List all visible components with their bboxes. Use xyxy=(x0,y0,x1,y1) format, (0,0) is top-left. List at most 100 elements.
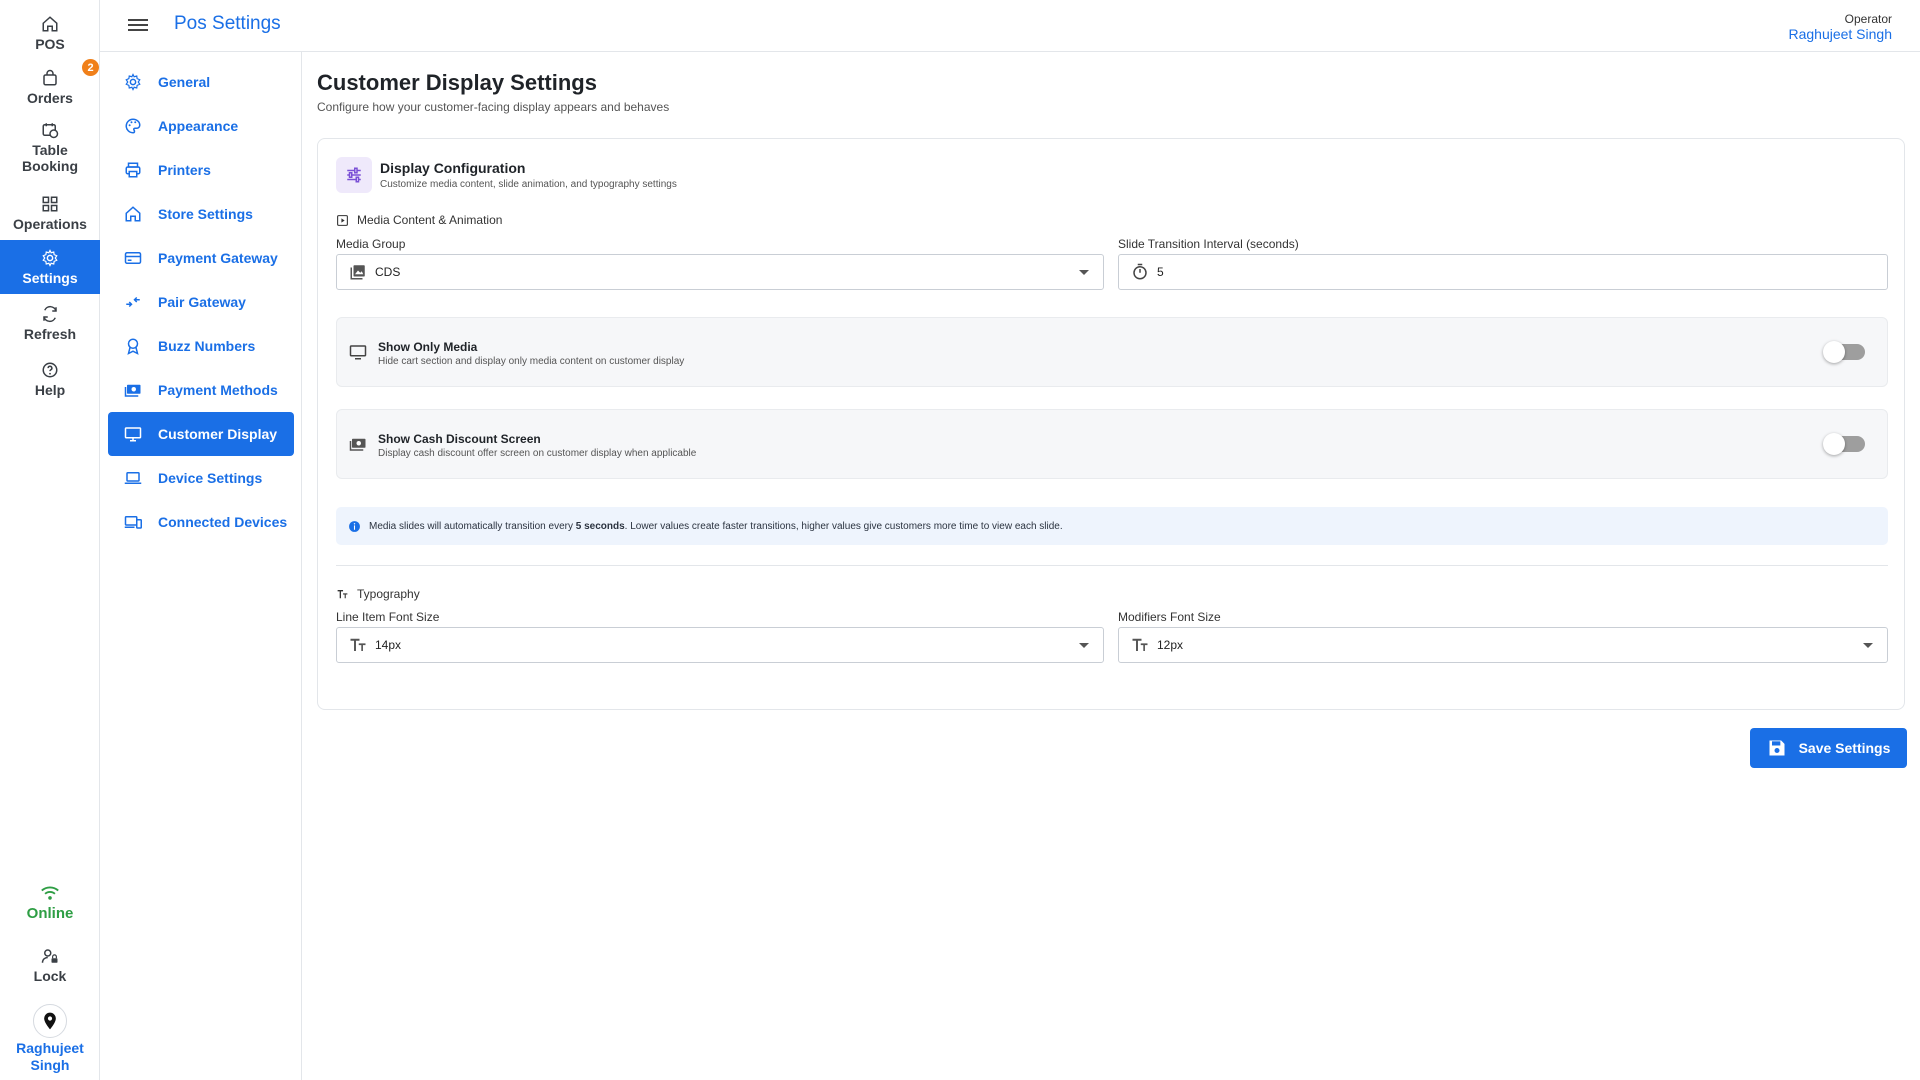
gear-icon xyxy=(42,248,58,267)
rail-item-label: Refresh xyxy=(23,325,77,342)
nav-item-label: Printers xyxy=(158,162,211,178)
gear-icon xyxy=(125,73,141,91)
text-size-icon xyxy=(1132,638,1148,651)
nav-item-device-settings[interactable]: Device Settings xyxy=(108,456,294,500)
menu-icon[interactable] xyxy=(128,16,148,34)
avatar[interactable] xyxy=(33,1004,67,1038)
store-icon xyxy=(125,206,141,222)
user-name: Raghujeet Singh xyxy=(16,1040,84,1073)
line-item-font-label: Line Item Font Size xyxy=(336,610,440,624)
operator-name[interactable]: Raghujeet Singh xyxy=(1788,26,1892,42)
nav-item-payment-methods[interactable]: Payment Methods xyxy=(108,368,294,412)
section-label: Typography xyxy=(357,587,420,601)
nav-item-printers[interactable]: Printers xyxy=(108,148,294,192)
pin-logo-icon xyxy=(44,1012,56,1030)
text-size-icon xyxy=(350,638,366,651)
info-text-post: . Lower values create faster transitions… xyxy=(624,520,1063,532)
nav-item-buzz-numbers[interactable]: Buzz Numbers xyxy=(108,324,294,368)
nav-item-connected-devices[interactable]: Connected Devices xyxy=(108,500,294,544)
image-collection-icon xyxy=(350,265,365,280)
toggle-subtitle: Hide cart section and display only media… xyxy=(378,356,685,367)
page-subtitle: Configure how your customer-facing displ… xyxy=(317,100,670,114)
section-divider xyxy=(336,565,1888,566)
cash-icon xyxy=(124,384,141,397)
interval-input[interactable]: 5 xyxy=(1118,254,1888,290)
user-lock-icon xyxy=(41,948,58,963)
wifi-icon xyxy=(41,886,59,900)
rail-item-help[interactable]: Help xyxy=(0,352,100,406)
save-settings-button[interactable]: Save Settings xyxy=(1750,728,1907,768)
rail-item-label: Table Booking xyxy=(22,141,78,174)
show-cash-discount-row: Show Cash Discount Screen Display cash d… xyxy=(336,409,1888,479)
info-text-bold: 5 seconds xyxy=(575,520,625,532)
card-subtitle: Customize media content, slide animation… xyxy=(380,179,677,190)
interval-value: 5 xyxy=(1157,265,1164,279)
media-group-select[interactable]: CDS xyxy=(336,254,1104,290)
toggle-subtitle: Display cash discount offer screen on cu… xyxy=(378,448,697,459)
left-rail: POS Orders 2 Table Booking Operations Se… xyxy=(0,0,100,1080)
line-item-font-select[interactable]: 14px xyxy=(336,627,1104,663)
bag-icon xyxy=(43,69,57,85)
line-item-font-value: 14px xyxy=(375,638,402,652)
rail-item-label: Operations xyxy=(13,215,87,232)
rail-item-refresh[interactable]: Refresh xyxy=(0,296,100,350)
grid-icon xyxy=(42,196,58,211)
nav-item-label: General xyxy=(158,74,211,90)
home-icon xyxy=(42,15,58,31)
toggle-title: Show Cash Discount Screen xyxy=(378,432,541,446)
card-icon xyxy=(124,252,142,264)
nav-item-pair-gateway[interactable]: Pair Gateway xyxy=(108,280,294,324)
rail-item-label: Orders xyxy=(27,89,73,106)
rail-item-label: Settings xyxy=(22,269,78,286)
rail-item-label: Help xyxy=(34,381,66,398)
lock-button[interactable]: Lock xyxy=(0,942,100,988)
section-label: Media Content & Animation xyxy=(357,213,503,227)
devices-icon xyxy=(124,516,142,529)
badge-icon xyxy=(127,338,139,355)
nav-item-store-settings[interactable]: Store Settings xyxy=(108,192,294,236)
calendar-clock-icon xyxy=(42,122,59,138)
info-icon xyxy=(349,520,360,532)
info-text-pre: Media slides will automatically transiti… xyxy=(369,520,576,532)
rail-item-pos[interactable]: POS xyxy=(0,6,100,60)
top-header: Pos Settings Operator Raghujeet Singh xyxy=(100,0,1920,52)
modifiers-font-value: 12px xyxy=(1157,638,1184,652)
modifiers-font-label: Modifiers Font Size xyxy=(1118,610,1221,624)
rail-item-label: Lock xyxy=(33,967,67,984)
page-title: Customer Display Settings xyxy=(317,70,597,95)
rail-item-settings[interactable]: Settings xyxy=(0,240,100,294)
toggle-title: Show Only Media xyxy=(378,340,478,354)
chevron-down-icon xyxy=(1079,643,1089,648)
main-content: Customer Display Settings Configure how … xyxy=(302,52,1920,1080)
sliders-icon xyxy=(347,167,361,183)
nav-item-general[interactable]: General xyxy=(108,60,294,104)
help-icon xyxy=(42,362,58,377)
nav-item-label: Store Settings xyxy=(158,206,253,222)
interval-info-banner: Media slides will automatically transiti… xyxy=(336,507,1888,545)
nav-item-label: Pair Gateway xyxy=(158,294,246,310)
floppy-disk-icon xyxy=(1769,740,1785,756)
nav-item-label: Connected Devices xyxy=(158,514,288,530)
nav-item-label: Appearance xyxy=(158,118,239,134)
nav-item-payment-gateway[interactable]: Payment Gateway xyxy=(108,236,294,280)
modifiers-font-select[interactable]: 12px xyxy=(1118,627,1888,663)
cash-icon xyxy=(349,438,366,451)
show-only-media-toggle[interactable] xyxy=(1823,341,1865,363)
chevron-down-icon xyxy=(1079,270,1089,275)
media-section-heading: Media Content & Animation xyxy=(336,213,502,227)
interval-label: Slide Transition Interval (seconds) xyxy=(1118,237,1299,251)
connection-status: Online xyxy=(0,884,100,922)
settings-nav: General Appearance Printers Store Settin… xyxy=(100,52,302,1080)
laptop-icon xyxy=(124,472,142,484)
save-label: Save Settings xyxy=(1798,740,1891,756)
operator-label: Operator xyxy=(1844,12,1892,26)
nav-item-appearance[interactable]: Appearance xyxy=(108,104,294,148)
rail-item-table-booking[interactable]: Table Booking xyxy=(0,116,100,178)
show-cash-discount-toggle[interactable] xyxy=(1823,433,1865,455)
rail-item-operations[interactable]: Operations xyxy=(0,186,100,240)
nav-item-customer-display[interactable]: Customer Display xyxy=(108,412,294,456)
card-icon xyxy=(336,157,372,193)
card-title: Display Configuration xyxy=(380,160,526,176)
media-group-label: Media Group xyxy=(336,237,406,251)
media-box-icon xyxy=(337,214,348,226)
